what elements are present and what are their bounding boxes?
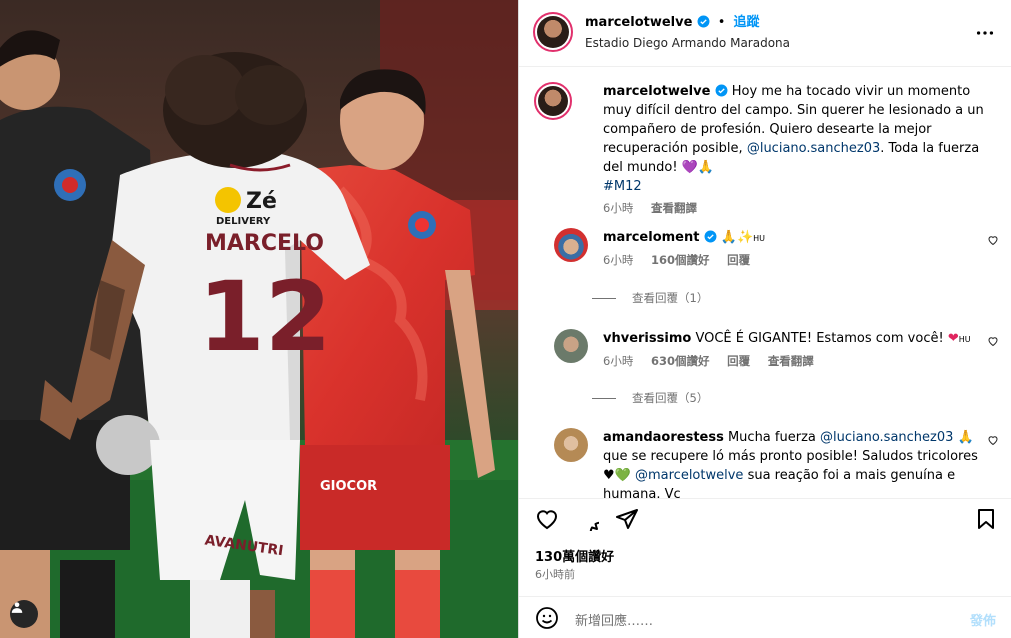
commenter-avatar[interactable] <box>554 228 588 262</box>
verified-badge-icon <box>715 84 728 97</box>
commenter-avatar[interactable] <box>554 329 588 363</box>
jersey-name: MARCELO <box>205 231 324 256</box>
post-likes-count[interactable]: 130萬個讚好 <box>535 546 614 565</box>
post-header: marcelotwelve • 追蹤 Estadio Diego Armando… <box>519 0 1011 67</box>
comment-username[interactable]: amandaorestess <box>603 430 724 445</box>
post-sidebar: marcelotwelve • 追蹤 Estadio Diego Armando… <box>518 0 1011 638</box>
jersey-sponsor: Zé <box>246 189 277 214</box>
comment-text-suffix: HU <box>958 335 971 344</box>
caption-time: 6小時 <box>603 201 634 215</box>
comment-text: Mucha fuerza <box>727 430 816 445</box>
comment-username[interactable]: vhverissimo <box>603 331 691 346</box>
add-comment-bar: 新增回應…… 發佈 <box>519 596 1011 638</box>
emoji-smiley-icon[interactable] <box>535 606 559 630</box>
comment-time: 6小時 <box>603 253 634 267</box>
author-avatar[interactable] <box>533 12 573 52</box>
jersey-sponsor-sub: DELIVERY <box>216 216 271 227</box>
comment-time: 6小時 <box>603 354 634 368</box>
post-actions-bar <box>519 498 1011 538</box>
comment-text-suffix: HU <box>753 234 766 243</box>
comment-text: 🙏✨ <box>720 230 754 245</box>
comment-mention[interactable]: @luciano.sanchez03 <box>820 430 953 445</box>
tagged-users-icon[interactable] <box>10 600 38 628</box>
comment-username[interactable]: marceloment <box>603 230 699 245</box>
post-comment-button[interactable]: 發佈 <box>970 610 996 629</box>
like-heart-icon[interactable] <box>535 507 559 531</box>
photo-illustration: 12 MARCELO Zé DELIVERY AVANUTRI GIOCOR <box>0 0 518 638</box>
verified-badge-icon <box>697 15 710 28</box>
caption-hashtag[interactable]: #M12 <box>603 179 642 194</box>
post-time[interactable]: 6小時前 <box>535 566 575 582</box>
post-location[interactable]: Estadio Diego Armando Maradona <box>585 36 790 50</box>
opponent-shorts-sponsor: GIOCOR <box>320 479 377 494</box>
like-comment-heart-icon[interactable] <box>987 335 999 347</box>
save-bookmark-icon[interactable] <box>974 507 998 531</box>
comment-text: VOCÊ É GIGANTE! Estamos com você! <box>695 331 948 346</box>
like-comment-heart-icon[interactable] <box>987 234 999 246</box>
verified-badge-icon <box>704 230 717 243</box>
like-comment-heart-icon[interactable] <box>987 434 999 446</box>
red-heart-icon: ❤ <box>947 331 959 346</box>
comment-likes[interactable]: 160個讚好 <box>651 253 710 267</box>
jersey-number: 12 <box>198 261 332 373</box>
commenter-avatar[interactable] <box>554 428 588 462</box>
comment-bubble-icon[interactable] <box>575 507 599 531</box>
comments-list[interactable]: marcelotwelve Hoy me ha tocado vivir un … <box>519 68 1011 498</box>
instagram-post-modal: 12 MARCELO Zé DELIVERY AVANUTRI GIOCOR m… <box>0 0 1011 638</box>
author-username[interactable]: marcelotwelve <box>585 15 692 30</box>
add-comment-input[interactable]: 新增回應…… <box>575 610 653 629</box>
reply-button[interactable]: 回覆 <box>727 354 750 368</box>
view-replies-button[interactable]: 查看回覆（5） <box>592 390 708 406</box>
caption-avatar[interactable] <box>534 82 572 120</box>
translate-link[interactable]: 查看翻譯 <box>768 354 814 368</box>
caption-translate-link[interactable]: 查看翻譯 <box>651 201 697 215</box>
more-options-icon[interactable] <box>974 22 996 44</box>
share-paper-plane-icon[interactable] <box>615 507 639 531</box>
reply-button[interactable]: 回覆 <box>727 253 750 267</box>
post-photo[interactable]: 12 MARCELO Zé DELIVERY AVANUTRI GIOCOR <box>0 0 518 638</box>
comment-likes[interactable]: 630個讚好 <box>651 354 710 368</box>
caption-mention[interactable]: @luciano.sanchez03 <box>747 141 880 156</box>
caption-username[interactable]: marcelotwelve <box>603 84 710 99</box>
view-replies-button[interactable]: 查看回覆（1） <box>592 290 708 306</box>
comment-mention-2[interactable]: @marcelotwelve <box>635 468 743 483</box>
follow-button[interactable]: 追蹤 <box>734 15 760 30</box>
